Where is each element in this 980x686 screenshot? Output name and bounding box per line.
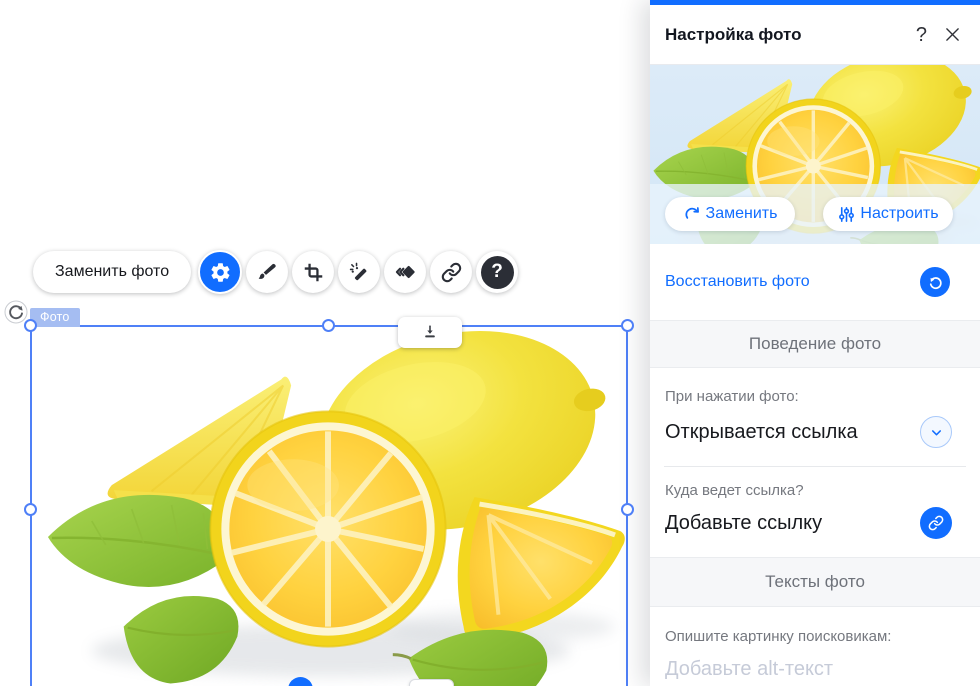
crop-button[interactable] xyxy=(292,251,335,293)
undo-icon xyxy=(929,276,942,289)
link-button[interactable] xyxy=(430,251,473,293)
replace-image-label: Заменить xyxy=(705,205,778,222)
resize-handle-mid-right[interactable] xyxy=(621,503,634,516)
section-photo-texts: Тексты фото xyxy=(650,557,980,607)
magic-wand-button[interactable] xyxy=(338,251,381,293)
photo[interactable] xyxy=(32,327,626,686)
replace-photo-button[interactable]: Заменить фото xyxy=(33,251,192,293)
gear-icon xyxy=(211,262,230,282)
brush-button[interactable] xyxy=(246,251,289,293)
rotate-icon xyxy=(4,300,28,324)
rotate-handle[interactable] xyxy=(4,300,28,324)
adjust-image-button[interactable]: Настроить xyxy=(823,197,953,231)
floating-toolbar: Заменить фото ? xyxy=(33,250,519,294)
chevron-down-icon xyxy=(931,429,941,435)
animation-button[interactable] xyxy=(384,251,427,293)
stretch-icon xyxy=(425,325,435,338)
alt-text-label: Опишите картинку поисковикам: xyxy=(665,628,892,645)
click-behavior-row: При нажатии фото: Открывается ссылка xyxy=(650,368,980,466)
link-destination-value[interactable]: Добавьте ссылку xyxy=(665,512,822,535)
resize-handle-mid-left[interactable] xyxy=(24,503,37,516)
add-link-button[interactable] xyxy=(920,507,952,539)
link-icon xyxy=(928,515,944,531)
click-behavior-value[interactable]: Открывается ссылка xyxy=(665,421,858,444)
resize-handle-top-right[interactable] xyxy=(621,319,634,332)
magic-wand-icon xyxy=(349,262,367,281)
settings-button[interactable] xyxy=(198,250,243,294)
photo-settings-panel: Настройка фото ? Заменить Настроить Восс… xyxy=(650,0,980,686)
replace-icon xyxy=(685,206,699,219)
panel-help-button[interactable]: ? xyxy=(912,23,931,47)
photo-preview: Заменить Настроить xyxy=(650,65,980,244)
alt-text-input[interactable] xyxy=(665,658,965,681)
resize-handle-top-left[interactable] xyxy=(24,319,37,332)
section-title: Тексты фото xyxy=(765,572,865,591)
alt-text-row: Опишите картинку поисковикам: xyxy=(650,607,980,681)
selected-photo-element[interactable]: Фото xyxy=(24,308,634,686)
replace-image-button[interactable]: Заменить xyxy=(665,197,795,231)
click-behavior-dropdown[interactable] xyxy=(920,416,952,448)
panel-title: Настройка фото xyxy=(665,24,802,44)
close-icon xyxy=(946,28,959,41)
resize-handle-top-center[interactable] xyxy=(322,319,335,332)
brush-icon xyxy=(258,263,276,279)
adjust-image-label: Настроить xyxy=(860,205,939,222)
lemon-photo xyxy=(32,327,626,686)
link-destination-row: Куда ведет ссылка? Добавьте ссылку xyxy=(650,467,980,557)
editor-canvas[interactable]: Заменить фото ? Фото xyxy=(0,0,650,686)
crop-icon xyxy=(304,263,322,281)
help-button[interactable]: ? xyxy=(476,251,519,293)
stretch-button[interactable] xyxy=(398,317,462,348)
help-icon: ? xyxy=(480,255,514,289)
panel-header: Настройка фото ? xyxy=(650,5,980,65)
restore-photo-row: Восстановить фото xyxy=(650,244,980,320)
restore-photo-button[interactable] xyxy=(920,267,950,297)
bottom-size-button[interactable] xyxy=(409,679,454,686)
animation-icon xyxy=(395,265,415,279)
restore-photo-link[interactable]: Восстановить фото xyxy=(665,273,810,291)
toolbar-icon-group: ? xyxy=(198,250,519,294)
panel-close-button[interactable] xyxy=(941,23,964,46)
sliders-icon xyxy=(839,206,855,222)
link-icon xyxy=(441,262,461,282)
selection-label: Фото xyxy=(30,308,80,327)
section-title: Поведение фото xyxy=(748,334,882,353)
click-behavior-label: При нажатии фото: xyxy=(665,388,799,405)
link-destination-label: Куда ведет ссылка? xyxy=(665,482,804,499)
preview-actions: Заменить Настроить xyxy=(650,184,980,244)
section-photo-behavior: Поведение фото xyxy=(650,320,980,368)
